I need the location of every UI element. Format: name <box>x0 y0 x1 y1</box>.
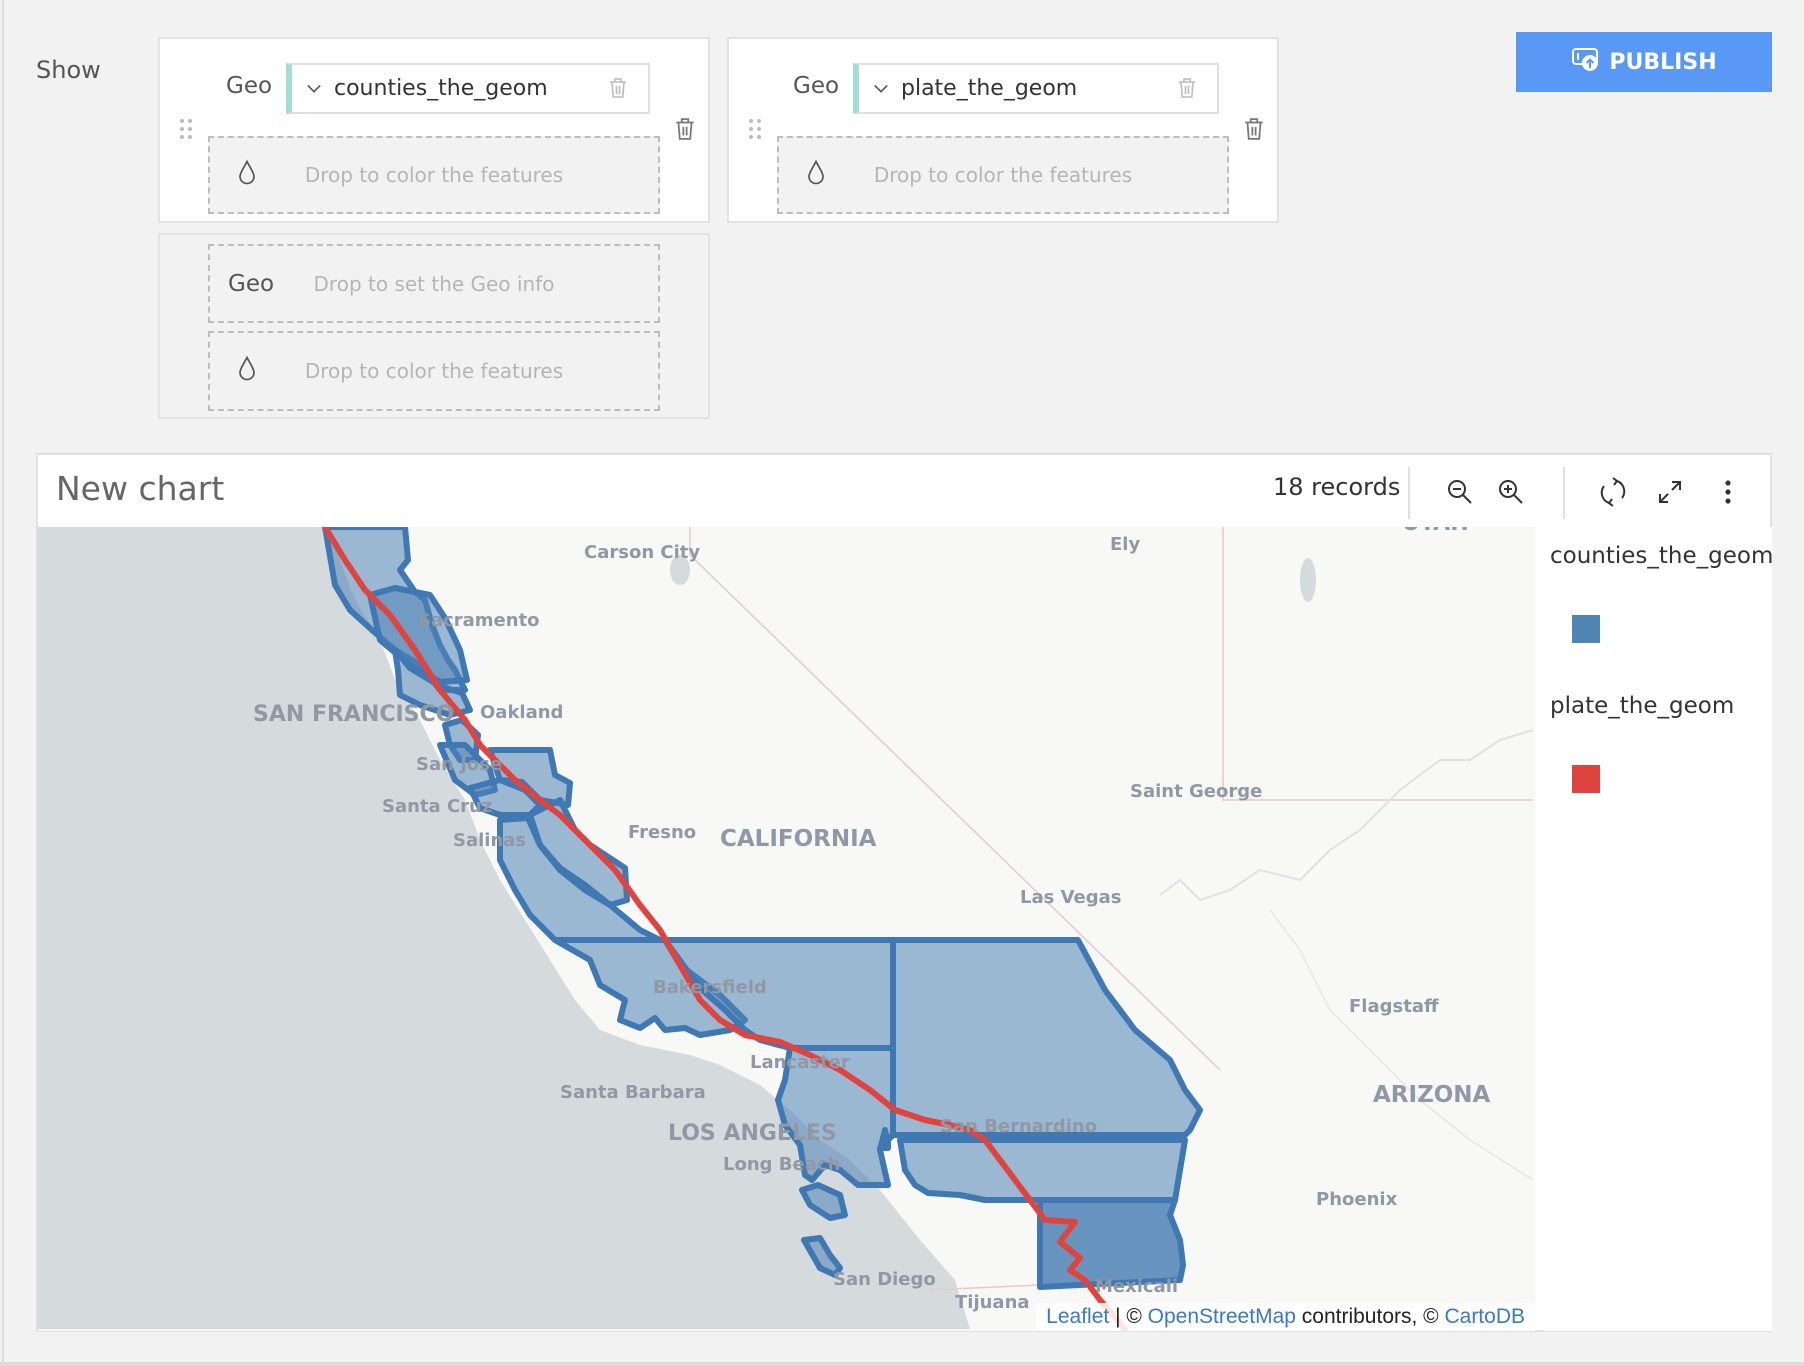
layer-card-plate: Geo plate_the_geom Drop to color the fea… <box>727 37 1279 223</box>
map-label-carson-city: Carson City <box>584 542 700 563</box>
drag-handle[interactable] <box>749 119 763 141</box>
color-drop-text: Drop to color the features <box>873 163 1133 187</box>
map-attribution: Leaflet | © OpenStreetMap contributors, … <box>1036 1303 1535 1331</box>
publish-button[interactable]: PUBLISH <box>1516 32 1772 92</box>
geo-label: Geo <box>228 270 275 297</box>
map-svg: Carson City Ely UTAH Sacramento SAN FRAN… <box>38 527 1534 1331</box>
river <box>1269 909 1534 1181</box>
map-label-san-bernardino: San Bernardino <box>940 1116 1097 1137</box>
map[interactable]: Carson City Ely UTAH Sacramento SAN FRAN… <box>38 527 1535 1331</box>
map-label-san-jose: San Jose <box>416 754 502 775</box>
map-label-las-vegas: Las Vegas <box>1020 887 1122 908</box>
legend-label-counties: counties_the_geom <box>1550 543 1774 569</box>
map-label-flagstaff: Flagstaff <box>1349 996 1439 1017</box>
zoom-out-icon[interactable] <box>1443 475 1477 509</box>
geo-field-dropdown[interactable]: counties_the_geom <box>286 63 650 114</box>
drop-color-icon <box>807 159 825 191</box>
layer-card-counties: Geo counties_the_geom Drop to color the … <box>158 37 710 223</box>
map-label-arizona: ARIZONA <box>1373 1082 1491 1108</box>
drop-color-icon <box>238 355 256 387</box>
more-vertical-icon[interactable] <box>1711 475 1745 509</box>
records-count: 18 records <box>1273 473 1401 501</box>
geo-label: Geo <box>226 73 273 99</box>
map-label-mexicali: Mexicali <box>1095 1276 1178 1297</box>
color-drop-zone[interactable]: Drop to color the features <box>208 136 660 214</box>
publish-label: PUBLISH <box>1609 49 1717 75</box>
map-label-santa-barbara: Santa Barbara <box>560 1082 706 1103</box>
map-label-utah: UTAH <box>1402 527 1469 536</box>
map-label-saint-george: Saint George <box>1130 781 1262 802</box>
legend-swatch-counties <box>1572 615 1600 643</box>
osm-link[interactable]: OpenStreetMap <box>1148 1305 1296 1328</box>
refresh-icon[interactable] <box>1596 475 1630 509</box>
page-border <box>2 0 4 1364</box>
delete-layer-icon[interactable] <box>1243 117 1265 145</box>
map-legend: counties_the_geom plate_the_geom <box>1544 527 1774 1331</box>
divider <box>1408 467 1410 519</box>
chart-title[interactable]: New chart <box>56 469 224 508</box>
map-label-california: CALIFORNIA <box>720 826 877 852</box>
expand-icon[interactable] <box>1653 475 1687 509</box>
geo-drop-text: Drop to set the Geo info <box>313 271 555 296</box>
attribution-contributors: contributors, © <box>1295 1305 1445 1328</box>
attribution-sep: | © <box>1109 1305 1148 1328</box>
map-label-san-diego: San Diego <box>833 1269 936 1290</box>
map-label-los-angeles: LOS ANGELES <box>668 1121 837 1146</box>
map-label-lancaster: Lancaster <box>750 1052 850 1073</box>
drag-handle[interactable] <box>180 119 194 141</box>
legend-label-plate: plate_the_geom <box>1550 693 1735 719</box>
geo-drop-zone[interactable]: Geo Drop to set the Geo info <box>208 244 660 323</box>
geo-field-value: plate_the_geom <box>901 76 1078 101</box>
county-polygon <box>897 1137 1188 1203</box>
state-border <box>1222 527 1533 801</box>
delete-layer-icon[interactable] <box>674 117 696 145</box>
map-label-phoenix: Phoenix <box>1316 1189 1398 1210</box>
geo-label: Geo <box>793 73 840 99</box>
leaflet-link[interactable]: Leaflet <box>1046 1305 1109 1328</box>
color-drop-zone[interactable]: Drop to color the features <box>777 136 1229 214</box>
map-label-ely: Ely <box>1110 534 1140 555</box>
map-label-sacramento: Sacramento <box>418 610 540 631</box>
publish-icon <box>1571 46 1601 78</box>
layer-card-empty: Geo Drop to set the Geo info Drop to col… <box>158 233 710 419</box>
color-drop-zone[interactable]: Drop to color the features <box>208 331 660 411</box>
river <box>1159 729 1534 902</box>
show-label: Show <box>36 56 101 84</box>
trash-icon[interactable] <box>608 77 628 105</box>
color-drop-text: Drop to color the features <box>304 359 564 383</box>
map-label-salinas: Salinas <box>453 830 526 851</box>
map-label-long-beach: Long Beach <box>723 1154 840 1175</box>
page-border <box>0 1362 1804 1366</box>
chevron-down-icon <box>307 78 321 93</box>
trash-icon[interactable] <box>1177 77 1197 105</box>
chevron-down-icon <box>874 78 888 93</box>
legend-swatch-plate <box>1572 765 1600 793</box>
map-label-santa-cruz: Santa Cruz <box>382 796 492 817</box>
geo-field-dropdown[interactable]: plate_the_geom <box>853 63 1219 114</box>
color-drop-text: Drop to color the features <box>304 163 564 187</box>
map-label-bakersfield: Bakersfield <box>653 977 767 998</box>
map-label-san-francisco: SAN FRANCISCO <box>253 702 454 727</box>
geo-field-value: counties_the_geom <box>334 76 548 101</box>
zoom-in-icon[interactable] <box>1494 475 1528 509</box>
map-label-fresno: Fresno <box>628 822 696 843</box>
map-label-oakland: Oakland <box>480 702 563 723</box>
county-polygon <box>890 937 1203 1138</box>
map-label-tijuana: Tijuana <box>955 1292 1030 1313</box>
drop-color-icon <box>238 159 256 191</box>
chart-panel: New chart 18 records Carson City Ely Sac… <box>36 453 1774 1332</box>
divider <box>1563 467 1565 519</box>
lake <box>1300 558 1316 602</box>
cartodb-link[interactable]: CartoDB <box>1444 1305 1525 1328</box>
